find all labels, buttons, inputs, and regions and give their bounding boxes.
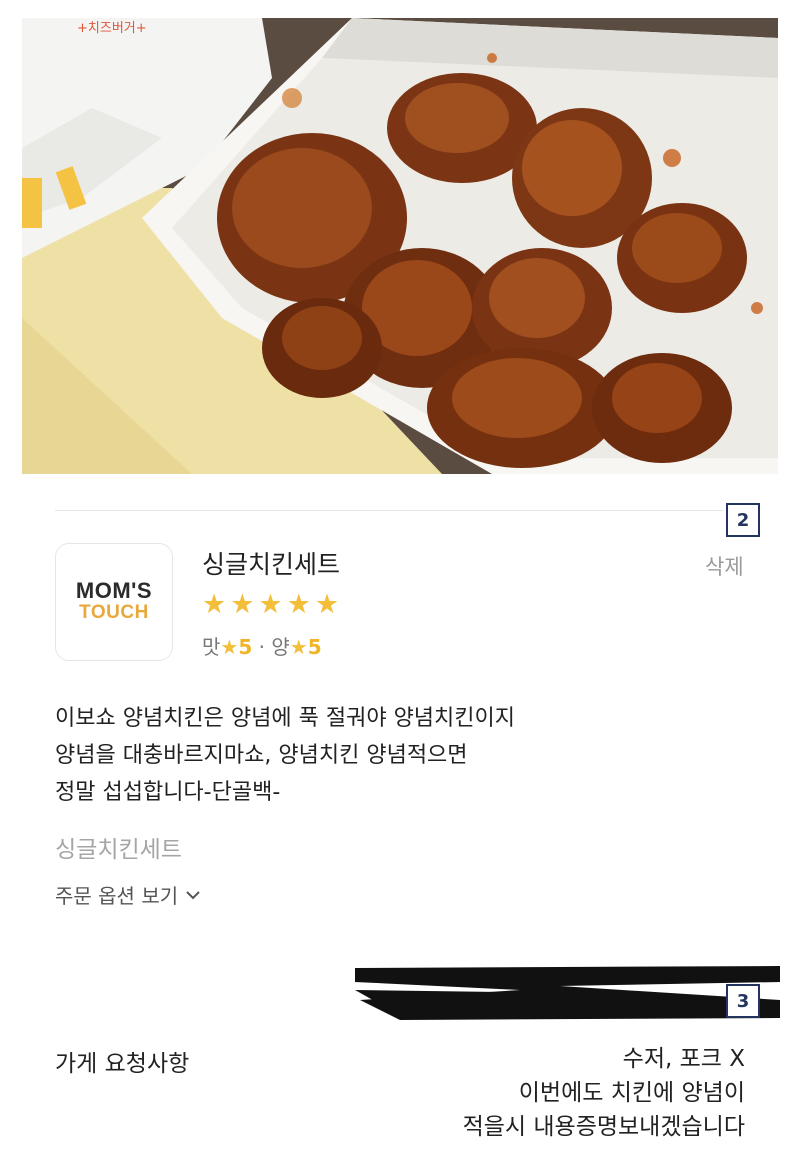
- amount-label: 양: [271, 635, 290, 659]
- taste-label: 맛: [202, 635, 221, 659]
- store-logo[interactable]: MOM'S TOUCH: [55, 543, 173, 661]
- order-options-toggle[interactable]: 주문 옵션 보기: [55, 880, 200, 909]
- review-line: 정말 섭섭합니다-단골백-: [55, 780, 281, 805]
- review-photo[interactable]: +치즈버거+: [22, 18, 778, 474]
- delete-button[interactable]: 삭제: [705, 551, 744, 581]
- request-line: 수저, 포크 X: [622, 1046, 745, 1072]
- order-options-label: 주문 옵션 보기: [55, 884, 179, 908]
- section-divider: [55, 510, 723, 511]
- taste-score: 5: [238, 635, 253, 659]
- review-menu-name: 싱글치킨세트: [202, 550, 341, 579]
- star-rating: ★★★★★: [202, 589, 344, 620]
- request-line: 적을시 내용증명보내겠습니다: [462, 1114, 745, 1140]
- logo-text-moms: MOM'S: [75, 578, 153, 603]
- fried-chicken-photo: +치즈버거+: [22, 18, 778, 474]
- page-number-badge: 2: [726, 503, 760, 537]
- svg-text:+치즈버거+: +치즈버거+: [77, 21, 147, 36]
- review-body: 이보쇼 양념치킨은 양념에 푹 절궈야 양념치킨이지 양념을 대충바르지마쇼, …: [55, 700, 515, 811]
- review-line: 양념을 대충바르지마쇼, 양념치킨 양념적으면: [55, 743, 468, 768]
- page-number-badge: 3: [726, 984, 760, 1018]
- ordered-menu-tag: 싱글치킨세트: [55, 837, 182, 863]
- logo-text-touch: TOUCH: [79, 602, 149, 623]
- request-line: 이번에도 치킨에 양념이: [518, 1080, 745, 1106]
- star-icon: ★: [289, 635, 308, 659]
- star-icon: ★: [220, 635, 239, 659]
- amount-score: 5: [307, 635, 322, 659]
- sub-ratings: 맛★5 · 양★5: [202, 631, 322, 660]
- store-request-text: 수저, 포크 X 이번에도 치킨에 양념이 적을시 내용증명보내겠습니다: [463, 1042, 745, 1144]
- rating-separator: ·: [258, 635, 265, 659]
- review-line: 이보쇼 양념치킨은 양념에 푹 절궈야 양념치킨이지: [55, 706, 516, 731]
- redaction-mark: [0, 960, 800, 1030]
- chevron-down-icon: [186, 885, 200, 904]
- store-request-label: 가게 요청사항: [55, 1051, 190, 1077]
